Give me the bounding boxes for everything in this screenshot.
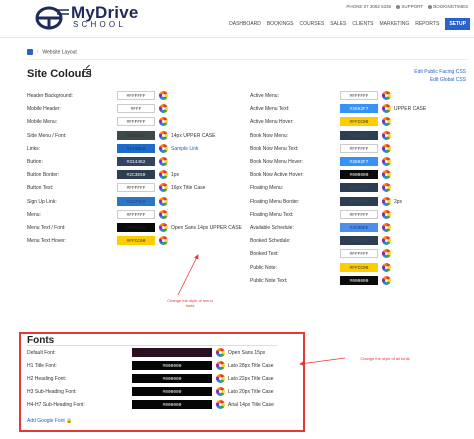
menu-annotation-text: Change the style of menu fonts [167,298,213,308]
fonts-annotation-text: Change the style of all fonts [360,356,410,361]
fonts-annotation-arrow [299,357,346,366]
menu-annotation-arrow [177,254,199,296]
annotation-arrows [177,254,346,366]
